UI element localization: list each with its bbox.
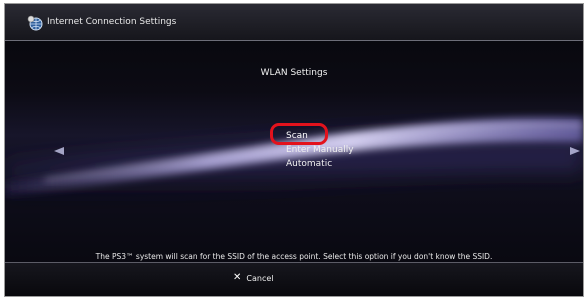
page-title: Internet Connection Settings: [47, 17, 177, 27]
menu-item-enter-manually[interactable]: Enter Manually: [286, 143, 354, 157]
network-globe-icon: [27, 15, 43, 31]
cross-icon: ✕: [233, 272, 242, 283]
wlan-options-menu: Scan Enter Manually Automatic: [286, 129, 354, 171]
footer-bar: ✕ Cancel: [5, 262, 583, 296]
cancel-label: Cancel: [246, 273, 274, 283]
menu-item-automatic[interactable]: Automatic: [286, 157, 354, 171]
section-heading: WLAN Settings: [260, 68, 328, 78]
help-text: The PS3™ system will scan for the SSID o…: [95, 252, 493, 261]
title-bar: Internet Connection Settings: [5, 4, 583, 41]
ps3-settings-screen: Internet Connection Settings WLAN Settin…: [4, 3, 584, 297]
cancel-button[interactable]: ✕ Cancel: [233, 271, 274, 285]
menu-item-scan[interactable]: Scan: [286, 129, 354, 143]
right-arrow-icon[interactable]: [568, 145, 582, 157]
left-arrow-icon[interactable]: [52, 145, 66, 157]
